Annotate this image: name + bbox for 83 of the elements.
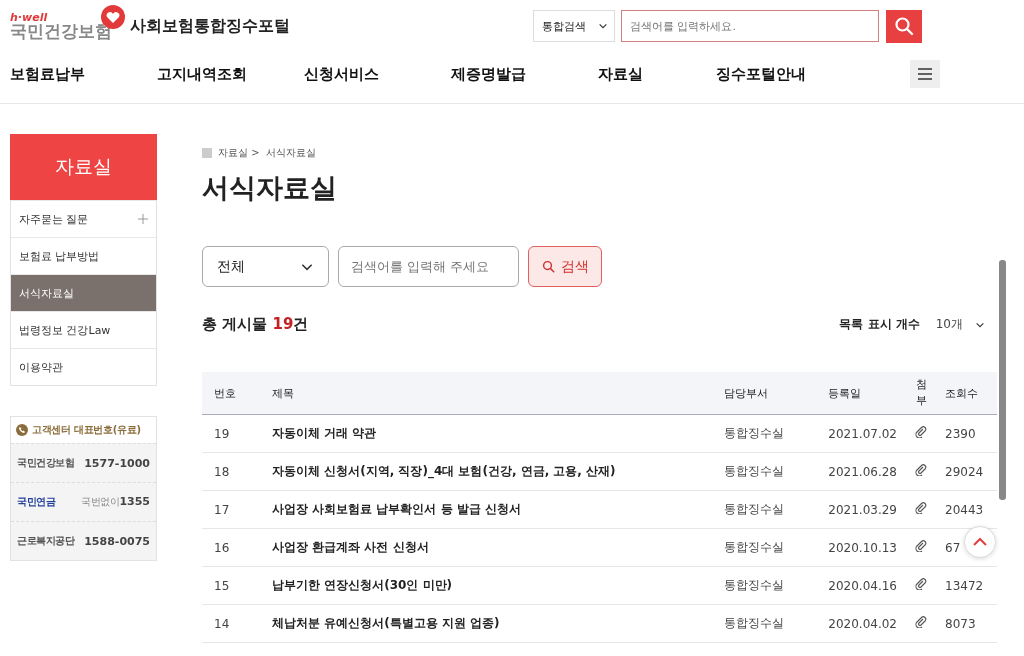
plus-icon [138, 214, 148, 224]
table-cell: 통합징수실 [712, 490, 817, 529]
post-title-link[interactable]: 사업장 환급계좌 사전 신청서 [260, 528, 713, 567]
table-cell: 16 [202, 528, 260, 567]
search-icon [541, 260, 555, 273]
organization-logo: 근로복지공단 [17, 534, 74, 548]
table-cell: 13472 [933, 566, 997, 605]
paperclip-icon[interactable] [915, 501, 927, 514]
search-button[interactable] [886, 9, 922, 43]
menu-button[interactable] [910, 60, 940, 88]
organization-logo: 국민건강보험 [17, 456, 74, 470]
search-scope-select[interactable]: 통합검색 [533, 10, 615, 42]
table-cell: 2020.04.02 [816, 604, 909, 643]
nav-menu-item[interactable]: 고지내역조회 [157, 64, 304, 84]
sidebar-title: 자료실 [10, 134, 157, 200]
scroll-to-top-button[interactable] [964, 526, 996, 558]
nav-menu-item[interactable]: 보험료납부 [10, 64, 157, 84]
phone-number: 국번없이1355 [81, 495, 150, 509]
page-size-label: 목록 표시 개수 [839, 316, 920, 333]
column-header: 담당부서 [712, 372, 817, 415]
search-icon [894, 16, 914, 36]
logo-text: 국민건강보험 [10, 23, 113, 40]
chevron-up-icon [972, 537, 988, 547]
table-cell: 2020.10.13 [816, 528, 909, 567]
page-size-select[interactable]: 10개 [935, 316, 985, 333]
post-title-link[interactable]: 자동이체 거래 약관 [260, 414, 713, 453]
post-title-link[interactable]: 자동이체 신청서(지역, 직장)_4대 보험(건강, 연금, 고용, 산재) [260, 452, 713, 491]
category-select[interactable]: 전체 [202, 246, 329, 287]
nav-menu-item[interactable]: 징수포털안내 [716, 64, 836, 84]
nav-menu-item[interactable]: 신청서비스 [304, 64, 451, 84]
paperclip-icon[interactable] [915, 425, 927, 438]
phone-number: 1577-1000 [84, 456, 150, 470]
paperclip-icon[interactable] [915, 615, 927, 628]
sidebar-item[interactable]: 이용약관 [11, 348, 156, 385]
table-cell: 2020.04.16 [816, 566, 909, 605]
search-field[interactable]: 검색어를 입력해 주세요 [338, 246, 519, 287]
sidebar-item[interactable]: 서식자료실 [11, 274, 156, 311]
post-title-link[interactable]: 체납처분 유예신청서(특별고용 지원 업종) [260, 604, 713, 643]
table-cell: 29024 [933, 452, 997, 491]
sidebar-item[interactable]: 법령정보 건강Law [11, 311, 156, 348]
contact-title: 고객센터 대표번호(유료) [32, 423, 141, 437]
paperclip-icon[interactable] [915, 463, 927, 476]
page-title: 서식자료실 [202, 171, 338, 205]
table-cell: 2021.07.02 [816, 414, 909, 453]
phone-number: 1588-0075 [84, 534, 150, 548]
logo-tagline: h·well [10, 12, 49, 23]
column-header: 첨부 [909, 372, 933, 415]
column-header: 번호 [202, 372, 260, 415]
paperclip-icon[interactable] [915, 539, 927, 552]
organization-logo: 국민연금 [17, 495, 55, 509]
table-cell: 2390 [933, 414, 997, 453]
post-title-link[interactable]: 납부기한 연장신청서(30인 미만) [260, 566, 713, 605]
nav-menu-item[interactable]: 자료실 [598, 64, 716, 84]
sidebar-item[interactable]: 자주묻는 질문 [11, 200, 156, 237]
breadcrumb-item[interactable]: 서식자료실 [265, 146, 316, 160]
column-header: 등록일 [816, 372, 909, 415]
table-cell: 14 [202, 604, 260, 643]
post-title-link[interactable]: 사업장 사회보험료 납부확인서 등 발급 신청서 [260, 490, 713, 529]
column-header: 조회수 [933, 372, 997, 415]
table-cell: 2021.06.28 [816, 452, 909, 491]
chevron-down-icon [598, 21, 608, 31]
nav-menu-item[interactable]: 제증명발급 [451, 64, 598, 84]
table-cell: 2021.03.29 [816, 490, 909, 529]
scrollbar-thumb[interactable] [999, 260, 1006, 500]
total-posts: 총 게시물 19건 [202, 315, 309, 334]
table-cell: 19 [202, 414, 260, 453]
table-cell: 통합징수실 [712, 604, 817, 643]
paperclip-icon[interactable] [915, 577, 927, 590]
portal-title: 사회보험통합징수포털 [130, 15, 290, 37]
table-cell: 통합징수실 [712, 414, 817, 453]
table-cell: 통합징수실 [712, 566, 817, 605]
menu-icon [918, 68, 932, 80]
table-cell: 18 [202, 452, 260, 491]
search-field[interactable]: 검색어를 입력하세요. [621, 10, 879, 42]
search-button[interactable]: 검색 [528, 246, 602, 287]
table-cell: 통합징수실 [712, 528, 817, 567]
phone-icon [16, 424, 28, 436]
table-cell: 8073 [933, 604, 997, 643]
table-cell: 17 [202, 490, 260, 529]
column-header: 제목 [260, 372, 713, 415]
breadcrumb-item[interactable]: 자료실 > [218, 146, 260, 160]
table-cell: 통합징수실 [712, 452, 817, 491]
table-cell: 15 [202, 566, 260, 605]
